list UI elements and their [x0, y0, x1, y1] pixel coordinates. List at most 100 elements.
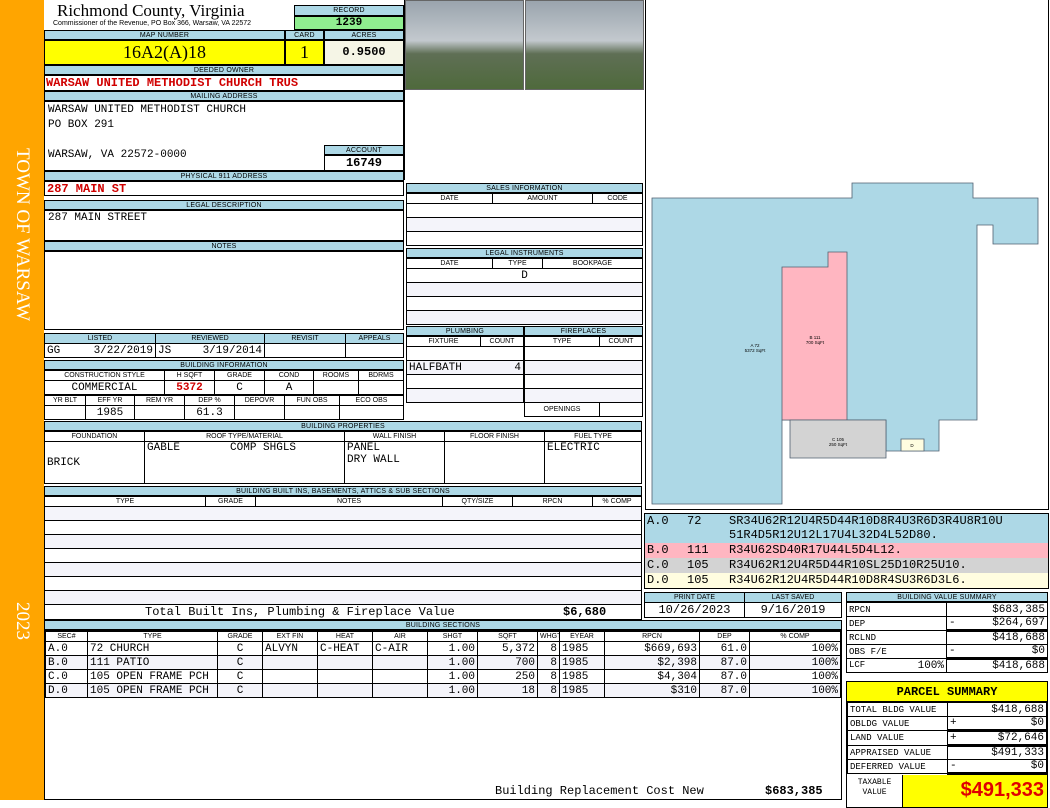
- taxable-value-label: TAXABLE VALUE: [847, 775, 903, 807]
- table-row: [44, 562, 642, 577]
- col-header: COUNT: [599, 336, 643, 347]
- foundation: BRICK: [44, 441, 145, 484]
- table-row: [44, 548, 642, 563]
- acres-label: ACRES: [324, 30, 404, 40]
- physical-address: 287 MAIN ST: [44, 181, 404, 196]
- table-row: [44, 576, 642, 591]
- table-row: [406, 203, 643, 218]
- summary-value: $418,688: [946, 630, 1048, 645]
- summary-amount: $0: [1030, 760, 1044, 772]
- summary-sign: -: [949, 617, 956, 629]
- col-header: EYEAR: [559, 631, 605, 642]
- summary-key-label: RCLND: [849, 632, 877, 643]
- summary-amount: $418,688: [991, 703, 1044, 716]
- summary-sign: +: [950, 717, 957, 729]
- cell: 61.0: [699, 641, 750, 656]
- physical-address-label: PHYSICAL 911 ADDRESS: [44, 171, 404, 181]
- summary-key: RPCN: [846, 602, 947, 617]
- table-row: [524, 388, 643, 403]
- notes-field[interactable]: [44, 251, 404, 330]
- bedrooms: [358, 380, 404, 395]
- col-header: RPCN: [512, 496, 593, 507]
- cell: 1985: [559, 683, 605, 698]
- col-header: AIR: [372, 631, 428, 642]
- col-header: WHGT: [537, 631, 560, 642]
- appeals-header: APPEALS: [345, 333, 404, 344]
- deeded-owner: WARSAW UNITED METHODIST CHURCH TRUS: [44, 75, 404, 91]
- reviewed-by: JS: [158, 344, 172, 357]
- cell: [372, 655, 428, 670]
- replacement-cost-label: Building Replacement Cost New: [495, 784, 704, 798]
- col-header: COUNT: [480, 336, 524, 347]
- cell: 8: [537, 669, 560, 684]
- building-sections-table: SEC# TYPE GRADE EXT FIN HEAT AIR SHGT SQFT WHGT E…: [45, 631, 841, 698]
- legend-row-c: C.0 105 R34U62R12U4R5D44R10SL25D10R25U10.: [645, 558, 1048, 573]
- legend-code: 105: [687, 573, 709, 587]
- legend-sec: B.0: [647, 543, 669, 557]
- summary-amount: $418,688: [992, 632, 1045, 644]
- cell: 1985: [559, 655, 605, 670]
- table-row: [406, 346, 524, 361]
- legend-code: 105: [687, 558, 709, 572]
- summary-key: OBS F/E: [846, 644, 947, 659]
- cell: 87.0: [699, 669, 750, 684]
- property-photo[interactable]: [525, 0, 644, 90]
- reviewed-header: REVIEWED: [155, 333, 265, 344]
- property-photo[interactable]: [405, 0, 524, 90]
- wall-finish: DRY WALL: [347, 454, 400, 466]
- sales-info-label: SALES INFORMATION: [406, 183, 643, 193]
- cell: 100%: [749, 641, 841, 656]
- year-built: [44, 405, 86, 420]
- cell: 1.00: [427, 669, 478, 684]
- built-ins-total-row: Total Built Ins, Plumbing & Fireplace Va…: [44, 605, 642, 620]
- depreciation-pct: 61.3: [184, 405, 235, 420]
- table-row: D.0 105 OPEN FRAME PCH C 1.00 18 8 1985 $310 87.…: [45, 683, 841, 698]
- sales-table: DATE AMOUNT CODE: [406, 193, 643, 246]
- summary-key: LAND VALUE: [847, 730, 948, 746]
- openings-label: OPENINGS: [524, 402, 600, 417]
- summary-key-label: LAND VALUE: [850, 733, 905, 743]
- summary-key: RCLND: [846, 630, 947, 645]
- cell: C: [217, 641, 263, 656]
- building-info-table: CONSTRUCTION STYLE H SQFT GRADE COND ROOMS BD…: [44, 370, 404, 395]
- functional-obs: [284, 405, 340, 420]
- col-header: H SQFT: [164, 370, 215, 381]
- cell: ALVYN: [262, 641, 318, 656]
- col-header: BOOKPAGE: [542, 258, 643, 269]
- summary-value: + $72,646: [947, 730, 1047, 747]
- roof-material: COMP SHGLS: [230, 442, 297, 455]
- table-row: [406, 217, 643, 232]
- instrument-type: D: [406, 268, 643, 283]
- legal-description-label: LEGAL DESCRIPTION: [44, 200, 404, 210]
- col-header: DEPOVR: [234, 395, 285, 406]
- commissioner-address: Commissioner of the Revenue, PO Box 366,…: [53, 20, 252, 27]
- condition: A: [264, 380, 314, 395]
- map-number-label: MAP NUMBER: [44, 30, 285, 40]
- summary-row: RCLND $418,688: [846, 630, 1048, 645]
- legal-instruments-table: DATE TYPE BOOKPAGE D: [406, 258, 643, 325]
- economic-obs: [339, 405, 404, 420]
- cell: C: [217, 669, 263, 684]
- cell: 8: [537, 641, 560, 656]
- legend-row-a: A.0 72 SR34U62R12U4R5D44R10D8R4U3R6D3R4U8R…: [645, 514, 1048, 543]
- summary-key: DEFERRED VALUE: [847, 759, 948, 774]
- account-number: 16749: [324, 155, 404, 171]
- built-ins-table: TYPE GRADE NOTES QTY/SIZE RPCN% COMP: [44, 496, 642, 605]
- legend-path: SR34U62R12U4R5D44R10D8R4U3R6D3R4U8R10U: [729, 514, 1003, 528]
- last-saved: 9/16/2019: [744, 602, 842, 618]
- summary-row: TOTAL BLDG VALUE $418,688: [847, 702, 1047, 717]
- summary-sign: +: [950, 732, 957, 744]
- legal-instruments-label: LEGAL INSTRUMENTS: [406, 248, 643, 258]
- fuel-type: ELECTRIC: [544, 441, 642, 484]
- col-header: YR BLT: [44, 395, 86, 406]
- heated-sqft: 5372: [164, 380, 215, 395]
- print-date-label: PRINT DATE: [644, 592, 745, 603]
- summary-amount: $683,385: [992, 603, 1045, 616]
- remaining-years: [134, 405, 185, 420]
- col-header: SQFT: [477, 631, 538, 642]
- summary-key-label: RPCN: [849, 604, 871, 615]
- cell: 111 PATIO: [87, 655, 218, 670]
- mailing-line: PO BOX 291: [48, 119, 115, 131]
- table-row: [44, 506, 642, 521]
- cell: [317, 683, 373, 698]
